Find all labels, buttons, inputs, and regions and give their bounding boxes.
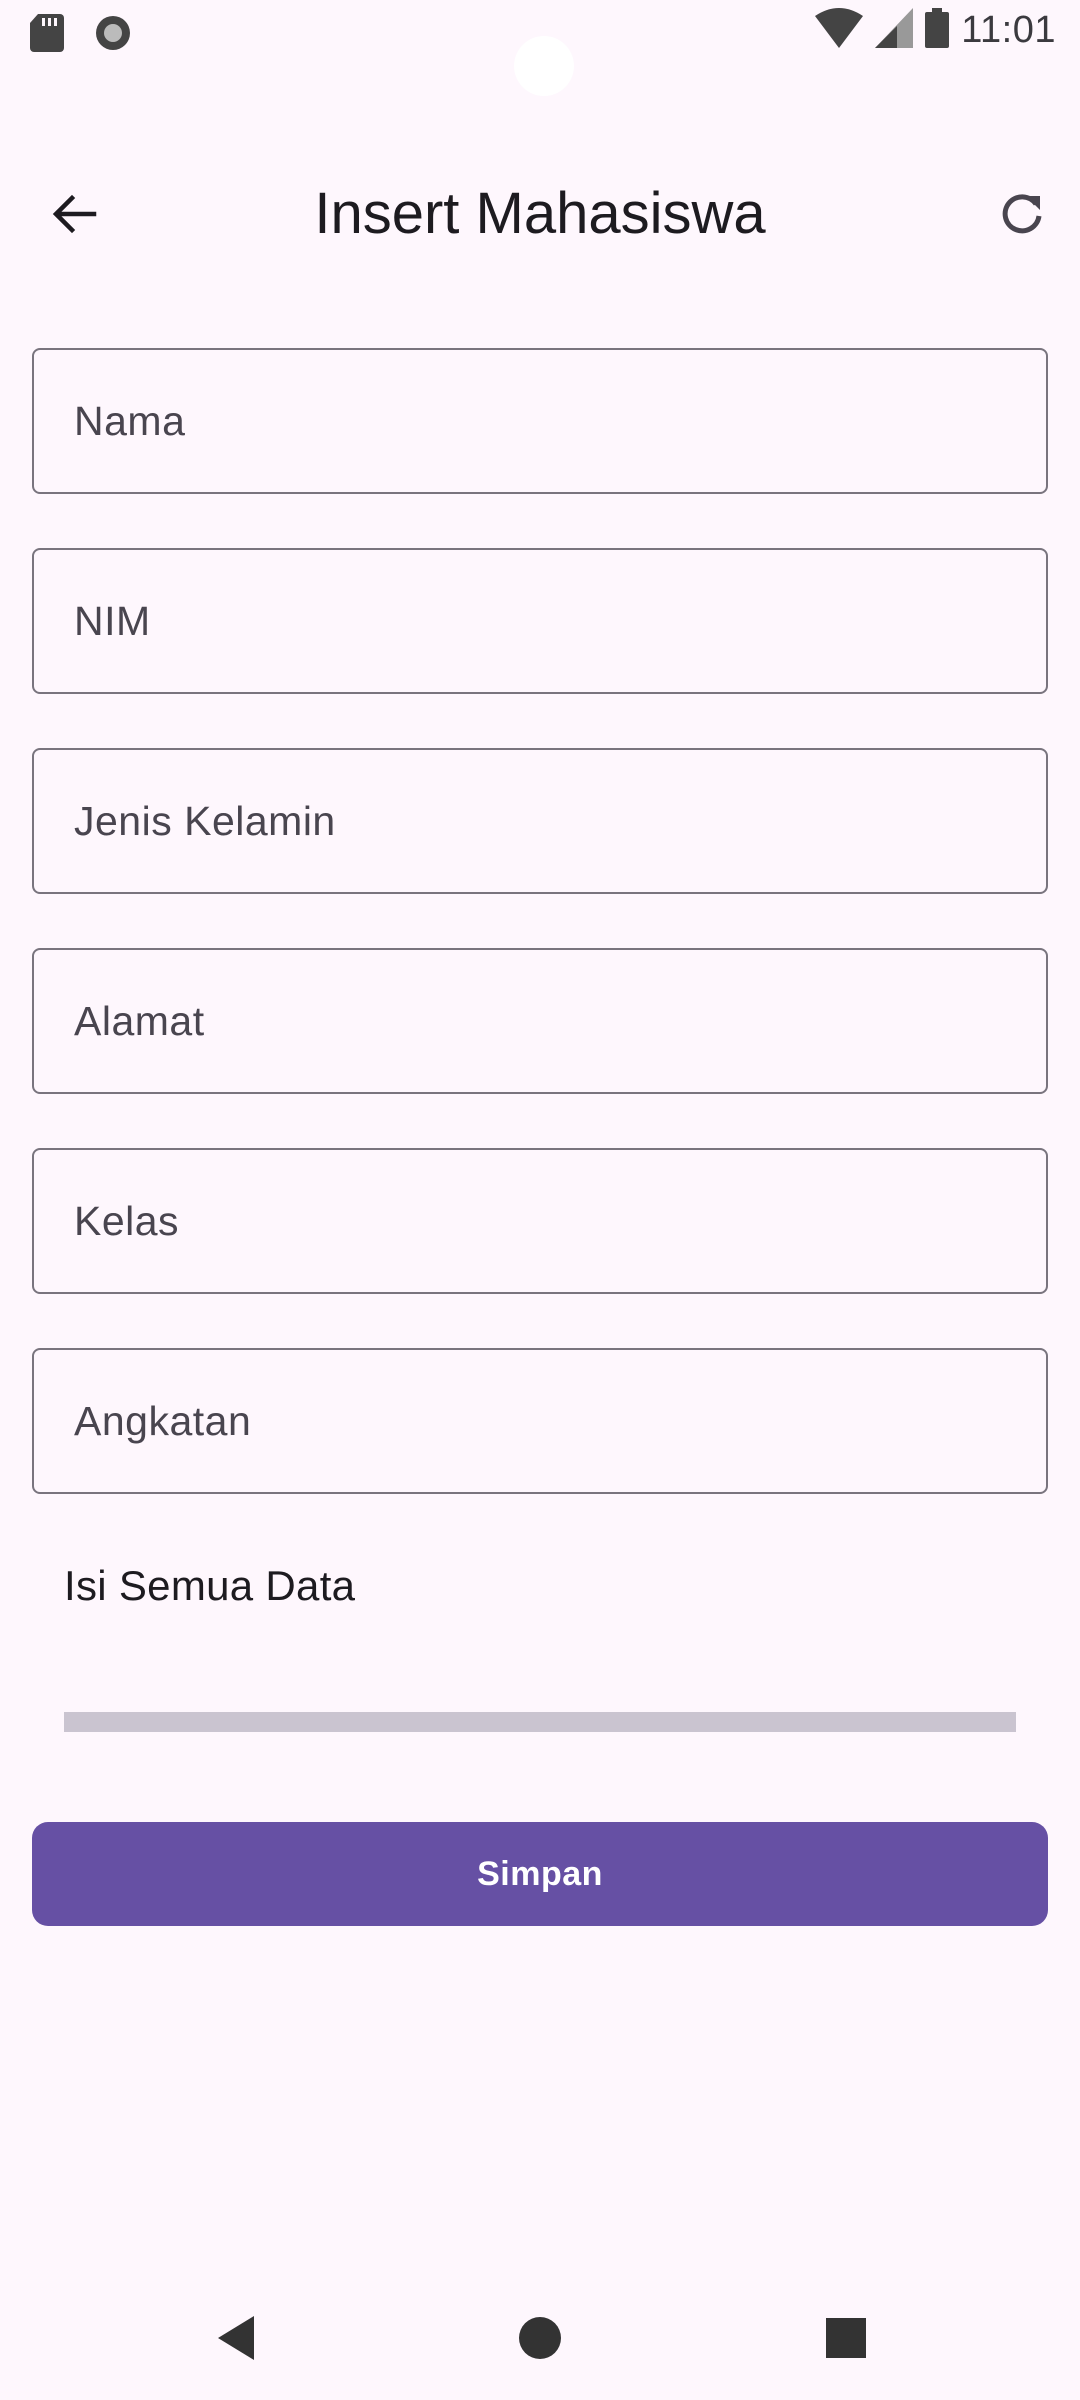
nim-field[interactable]	[32, 548, 1048, 694]
nim-input[interactable]	[34, 550, 1046, 692]
nav-recents-button[interactable]	[816, 2310, 876, 2370]
signal-icon	[875, 8, 914, 53]
angkatan-field[interactable]	[32, 1348, 1048, 1494]
record-icon	[94, 14, 132, 57]
kelas-field[interactable]	[32, 1148, 1048, 1294]
status-left-icons	[30, 14, 132, 57]
jenis-kelamin-input[interactable]	[34, 750, 1046, 892]
alamat-input[interactable]	[34, 950, 1046, 1092]
camera-cutout	[514, 36, 574, 96]
sd-card-icon	[30, 14, 64, 57]
battery-icon	[925, 8, 950, 53]
kelas-input[interactable]	[34, 1150, 1046, 1292]
nav-back-button[interactable]	[206, 2310, 266, 2370]
nav-recents-icon	[825, 2317, 867, 2364]
nav-back-icon	[214, 2314, 258, 2367]
nav-home-icon	[518, 2316, 562, 2365]
alamat-field[interactable]	[32, 948, 1048, 1094]
simpan-button[interactable]: Simpan	[32, 1822, 1048, 1926]
wifi-icon	[815, 8, 864, 53]
nama-input[interactable]	[34, 350, 1046, 492]
nama-field[interactable]	[32, 348, 1048, 494]
status-right-icons: 11:01	[815, 8, 1056, 53]
status-bar: 11:01	[0, 0, 1080, 96]
refresh-button[interactable]	[984, 178, 1060, 254]
top-app-bar: Insert Mahasiswa	[0, 150, 1080, 270]
progress-bar	[64, 1712, 1016, 1732]
nav-home-button[interactable]	[510, 2310, 570, 2370]
system-nav-bar	[0, 2280, 1080, 2400]
page-title: Insert Mahasiswa	[314, 181, 766, 246]
angkatan-input[interactable]	[34, 1350, 1046, 1492]
validation-message: Isi Semua Data	[64, 1562, 356, 1609]
jenis-kelamin-field[interactable]	[32, 748, 1048, 894]
status-time: 11:01	[961, 9, 1056, 51]
screen: 11:01 Insert Mahasiswa Isi Semua Data	[0, 0, 1080, 2400]
refresh-icon	[998, 190, 1046, 243]
